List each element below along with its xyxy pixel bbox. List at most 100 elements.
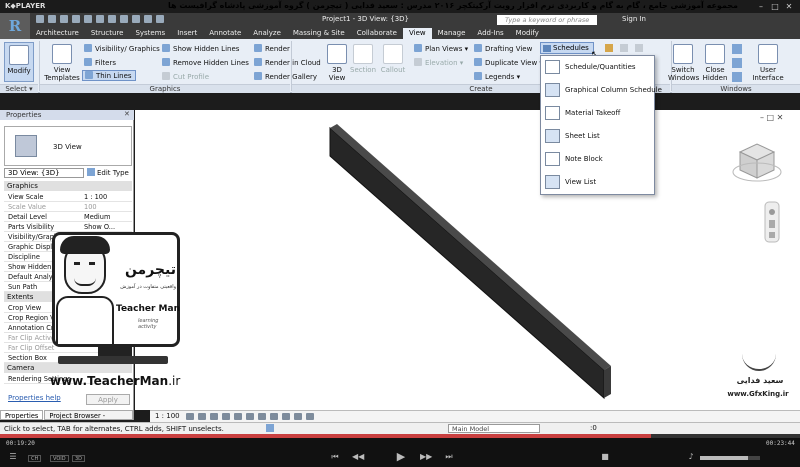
analytical-model-icon[interactable] bbox=[306, 413, 314, 420]
section-icon[interactable] bbox=[132, 15, 140, 23]
section-button[interactable]: Section bbox=[350, 44, 376, 74]
search-input[interactable]: Type a keyword or phrase bbox=[497, 15, 597, 25]
tab-view[interactable]: View bbox=[402, 28, 432, 39]
player-logo[interactable]: K◆PLAYER bbox=[5, 2, 45, 10]
modify-button[interactable]: Modify bbox=[4, 42, 34, 82]
render-button[interactable]: Render bbox=[254, 44, 290, 53]
text-icon[interactable] bbox=[108, 15, 116, 23]
menu-item-material-takeoff[interactable]: Material Takeoff bbox=[541, 103, 654, 123]
properties-close-icon[interactable]: ✕ bbox=[124, 110, 130, 118]
view-templates-button[interactable]: View Templates bbox=[44, 44, 80, 82]
player-badge[interactable]: VOID bbox=[50, 455, 69, 462]
tab-architecture[interactable]: Architecture bbox=[30, 28, 85, 39]
properties-help-link[interactable]: Properties help bbox=[8, 394, 61, 402]
maximize-icon[interactable]: □ bbox=[770, 2, 780, 11]
shadows-icon[interactable] bbox=[222, 413, 230, 420]
save-icon[interactable] bbox=[48, 15, 56, 23]
worksets-icon[interactable] bbox=[266, 424, 274, 432]
stop-icon[interactable]: ■ bbox=[600, 452, 610, 462]
cascade-icon[interactable] bbox=[732, 58, 742, 68]
3d-icon[interactable] bbox=[120, 15, 128, 23]
selection-filter-count[interactable]: :0 bbox=[590, 424, 597, 432]
tab-collaborate[interactable]: Collaborate bbox=[351, 28, 403, 39]
visual-style-icon[interactable] bbox=[198, 413, 206, 420]
user-interface-button[interactable]: User Interface bbox=[750, 44, 786, 82]
tab-structure[interactable]: Structure bbox=[85, 28, 130, 39]
player-badge[interactable]: CH bbox=[28, 455, 42, 462]
rewind-icon[interactable]: ◀◀ bbox=[352, 452, 364, 462]
tab-add-ins[interactable]: Add-Ins bbox=[471, 28, 509, 39]
detail-level-icon[interactable] bbox=[186, 413, 194, 420]
instance-filter-select[interactable]: 3D View: {3D} bbox=[4, 168, 84, 178]
play-icon[interactable]: ▶ bbox=[396, 451, 406, 462]
property-group-header[interactable]: Graphics bbox=[4, 181, 132, 191]
view-scale-label[interactable]: 1 : 100 bbox=[155, 412, 180, 420]
replicate-icon[interactable] bbox=[732, 44, 742, 54]
redo-icon[interactable] bbox=[72, 15, 80, 23]
undo-icon[interactable] bbox=[60, 15, 68, 23]
filters-button[interactable]: Filters bbox=[84, 58, 116, 67]
sign-in-button[interactable]: Sign In bbox=[622, 15, 646, 23]
tab-annotate[interactable]: Annotate bbox=[203, 28, 247, 39]
volume-icon[interactable]: ♪ bbox=[686, 452, 696, 462]
player-badge[interactable]: 3D bbox=[72, 455, 86, 462]
menu-item-schedule-quantities[interactable]: Schedule/Quantities bbox=[541, 57, 654, 77]
menu-item-view-list[interactable]: View List bbox=[541, 172, 654, 192]
cut-profile-button[interactable]: Cut Profile bbox=[162, 72, 209, 81]
viewcube-icon[interactable] bbox=[732, 143, 782, 182]
thin-lines-button[interactable]: Thin Lines bbox=[82, 70, 136, 81]
forward-icon[interactable]: ▶▶ bbox=[420, 452, 432, 462]
render-gallery-button[interactable]: Render Gallery bbox=[254, 72, 317, 81]
measure-icon[interactable] bbox=[96, 15, 104, 23]
close-windows-icon[interactable] bbox=[156, 15, 164, 23]
edit-type-button[interactable]: Edit Type bbox=[87, 168, 132, 178]
playlist-icon[interactable]: ☰ bbox=[8, 452, 18, 462]
crop-view-icon[interactable] bbox=[246, 413, 254, 420]
minimize-icon[interactable]: – bbox=[756, 2, 766, 11]
plan-views-button[interactable]: Plan Views ▾ bbox=[414, 44, 468, 53]
tab-analyze[interactable]: Analyze bbox=[247, 28, 287, 39]
title-block-icon[interactable] bbox=[620, 44, 628, 52]
schedules-dropdown-button[interactable]: Schedules ▾ bbox=[540, 42, 594, 62]
tab-insert[interactable]: Insert bbox=[171, 28, 203, 39]
temp-hide-icon[interactable] bbox=[282, 413, 290, 420]
project-browser-tab[interactable]: Project Browser - Project1 bbox=[44, 410, 133, 430]
close-icon[interactable]: ✕ bbox=[784, 2, 794, 11]
property-row[interactable]: Scale Value 100 bbox=[4, 202, 132, 212]
show-crop-icon[interactable] bbox=[258, 413, 266, 420]
sheet-icon[interactable] bbox=[605, 44, 613, 52]
render-dialog-icon[interactable] bbox=[234, 413, 242, 420]
apply-button[interactable]: Apply bbox=[86, 394, 130, 405]
lock-view-icon[interactable] bbox=[270, 413, 278, 420]
tab-modify[interactable]: Modify bbox=[510, 28, 545, 39]
legends-button[interactable]: Legends ▾ bbox=[474, 72, 520, 81]
property-row[interactable]: Detail Level Medium bbox=[4, 212, 132, 222]
close-hidden-button[interactable]: Close Hidden bbox=[702, 44, 728, 82]
revit-app-button[interactable]: R bbox=[0, 13, 30, 39]
callout-button[interactable]: Callout bbox=[380, 44, 406, 74]
3d-view-button[interactable]: 3D View bbox=[326, 44, 348, 82]
property-value[interactable]: Show O... bbox=[84, 222, 130, 232]
duplicate-view-button[interactable]: Duplicate View ▾ bbox=[474, 58, 543, 67]
property-value[interactable]: 1 : 100 bbox=[84, 192, 130, 202]
prev-icon[interactable]: ⏮ bbox=[330, 452, 340, 462]
tab-systems[interactable]: Systems bbox=[129, 28, 171, 39]
3d-viewport[interactable] bbox=[135, 110, 800, 410]
elevation-button[interactable]: Elevation ▾ bbox=[414, 58, 463, 67]
menu-item-graphical-column-schedule[interactable]: Graphical Column Schedule bbox=[541, 80, 662, 100]
open-icon[interactable] bbox=[36, 15, 44, 23]
property-row[interactable]: View Scale 1 : 100 bbox=[4, 192, 132, 202]
property-row[interactable]: Parts Visibility Show O... bbox=[4, 222, 132, 232]
next-icon[interactable]: ⏭ bbox=[444, 452, 454, 462]
matchline-icon[interactable] bbox=[635, 44, 643, 52]
menu-item-sheet-list[interactable]: Sheet List bbox=[541, 126, 654, 146]
design-option-select[interactable]: Main Model bbox=[448, 424, 540, 433]
remove-hidden-lines-button[interactable]: Remove Hidden Lines bbox=[162, 58, 249, 67]
properties-header[interactable]: Properties bbox=[0, 110, 134, 120]
show-hidden-lines-button[interactable]: Show Hidden Lines bbox=[162, 44, 239, 53]
thin-lines-icon[interactable] bbox=[144, 15, 152, 23]
switch-windows-button[interactable]: Switch Windows bbox=[668, 44, 699, 82]
navigation-bar[interactable] bbox=[764, 201, 780, 243]
drafting-view-button[interactable]: Drafting View bbox=[474, 44, 532, 53]
render-in-cloud-button[interactable]: Render in Cloud bbox=[254, 58, 321, 67]
